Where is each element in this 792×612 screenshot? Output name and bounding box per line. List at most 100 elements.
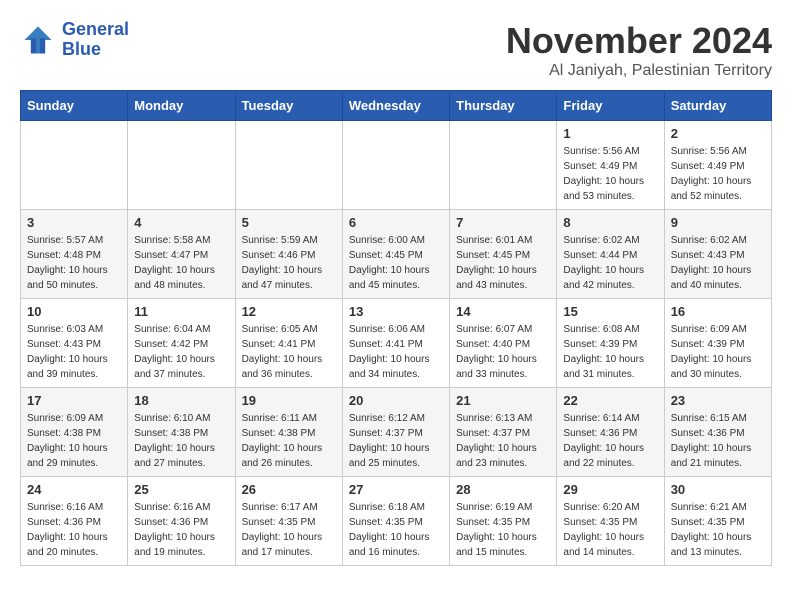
calendar-week-row: 10 Sunrise: 6:03 AM Sunset: 4:43 PM Dayli… <box>21 299 772 388</box>
day-info: Sunrise: 6:06 AM Sunset: 4:41 PM Dayligh… <box>349 322 443 382</box>
day-info: Sunrise: 6:14 AM Sunset: 4:36 PM Dayligh… <box>563 411 657 471</box>
calendar-cell <box>450 121 557 210</box>
day-info: Sunrise: 6:02 AM Sunset: 4:43 PM Dayligh… <box>671 233 765 293</box>
day-info: Sunrise: 6:17 AM Sunset: 4:35 PM Dayligh… <box>242 500 336 560</box>
calendar-cell: 14 Sunrise: 6:07 AM Sunset: 4:40 PM Dayli… <box>450 299 557 388</box>
calendar-cell: 29 Sunrise: 6:20 AM Sunset: 4:35 PM Dayli… <box>557 477 664 566</box>
day-info: Sunrise: 6:05 AM Sunset: 4:41 PM Dayligh… <box>242 322 336 382</box>
calendar-cell: 20 Sunrise: 6:12 AM Sunset: 4:37 PM Dayli… <box>342 388 449 477</box>
calendar-cell: 6 Sunrise: 6:00 AM Sunset: 4:45 PM Daylig… <box>342 210 449 299</box>
day-number: 23 <box>671 393 765 408</box>
calendar-cell: 4 Sunrise: 5:58 AM Sunset: 4:47 PM Daylig… <box>128 210 235 299</box>
calendar-cell: 21 Sunrise: 6:13 AM Sunset: 4:37 PM Dayli… <box>450 388 557 477</box>
day-number: 14 <box>456 304 550 319</box>
calendar-cell: 27 Sunrise: 6:18 AM Sunset: 4:35 PM Dayli… <box>342 477 449 566</box>
calendar-cell: 23 Sunrise: 6:15 AM Sunset: 4:36 PM Dayli… <box>664 388 771 477</box>
weekday-header: Thursday <box>450 91 557 121</box>
calendar-week-row: 3 Sunrise: 5:57 AM Sunset: 4:48 PM Daylig… <box>21 210 772 299</box>
day-info: Sunrise: 6:12 AM Sunset: 4:37 PM Dayligh… <box>349 411 443 471</box>
day-info: Sunrise: 6:08 AM Sunset: 4:39 PM Dayligh… <box>563 322 657 382</box>
day-info: Sunrise: 6:11 AM Sunset: 4:38 PM Dayligh… <box>242 411 336 471</box>
day-number: 26 <box>242 482 336 497</box>
day-number: 13 <box>349 304 443 319</box>
calendar-cell <box>128 121 235 210</box>
calendar-week-row: 1Sunrise: 5:56 AM Sunset: 4:49 PM Daylig… <box>21 121 772 210</box>
day-info: Sunrise: 6:16 AM Sunset: 4:36 PM Dayligh… <box>134 500 228 560</box>
day-number: 28 <box>456 482 550 497</box>
location-subtitle: Al Janiyah, Palestinian Territory <box>506 62 772 80</box>
day-number: 12 <box>242 304 336 319</box>
calendar-cell: 30 Sunrise: 6:21 AM Sunset: 4:35 PM Dayli… <box>664 477 771 566</box>
calendar-cell: 25 Sunrise: 6:16 AM Sunset: 4:36 PM Dayli… <box>128 477 235 566</box>
calendar-cell: 1Sunrise: 5:56 AM Sunset: 4:49 PM Daylig… <box>557 121 664 210</box>
day-info: Sunrise: 6:00 AM Sunset: 4:45 PM Dayligh… <box>349 233 443 293</box>
logo-text: General Blue <box>62 20 129 60</box>
day-info: Sunrise: 6:18 AM Sunset: 4:35 PM Dayligh… <box>349 500 443 560</box>
day-number: 18 <box>134 393 228 408</box>
calendar-cell: 7 Sunrise: 6:01 AM Sunset: 4:45 PM Daylig… <box>450 210 557 299</box>
calendar-cell: 15Sunrise: 6:08 AM Sunset: 4:39 PM Dayli… <box>557 299 664 388</box>
day-number: 21 <box>456 393 550 408</box>
day-number: 11 <box>134 304 228 319</box>
calendar-cell: 24Sunrise: 6:16 AM Sunset: 4:36 PM Dayli… <box>21 477 128 566</box>
calendar-cell: 10 Sunrise: 6:03 AM Sunset: 4:43 PM Dayli… <box>21 299 128 388</box>
day-info: Sunrise: 6:21 AM Sunset: 4:35 PM Dayligh… <box>671 500 765 560</box>
day-info: Sunrise: 6:13 AM Sunset: 4:37 PM Dayligh… <box>456 411 550 471</box>
day-info: Sunrise: 5:56 AM Sunset: 4:49 PM Dayligh… <box>563 144 657 204</box>
calendar-cell: 28Sunrise: 6:19 AM Sunset: 4:35 PM Dayli… <box>450 477 557 566</box>
day-number: 30 <box>671 482 765 497</box>
month-title: November 2024 <box>506 20 772 62</box>
day-info: Sunrise: 5:56 AM Sunset: 4:49 PM Dayligh… <box>671 144 765 204</box>
day-number: 7 <box>456 215 550 230</box>
day-number: 4 <box>134 215 228 230</box>
calendar-cell: 5 Sunrise: 5:59 AM Sunset: 4:46 PM Daylig… <box>235 210 342 299</box>
logo-icon <box>20 22 56 58</box>
calendar-table: SundayMondayTuesdayWednesdayThursdayFrid… <box>20 90 772 566</box>
day-info: Sunrise: 6:09 AM Sunset: 4:38 PM Dayligh… <box>27 411 121 471</box>
calendar-cell: 2Sunrise: 5:56 AM Sunset: 4:49 PM Daylig… <box>664 121 771 210</box>
day-number: 3 <box>27 215 121 230</box>
day-info: Sunrise: 6:01 AM Sunset: 4:45 PM Dayligh… <box>456 233 550 293</box>
day-info: Sunrise: 6:16 AM Sunset: 4:36 PM Dayligh… <box>27 500 121 560</box>
day-info: Sunrise: 6:04 AM Sunset: 4:42 PM Dayligh… <box>134 322 228 382</box>
day-number: 20 <box>349 393 443 408</box>
day-number: 5 <box>242 215 336 230</box>
day-number: 29 <box>563 482 657 497</box>
calendar-cell: 26 Sunrise: 6:17 AM Sunset: 4:35 PM Dayli… <box>235 477 342 566</box>
day-info: Sunrise: 5:58 AM Sunset: 4:47 PM Dayligh… <box>134 233 228 293</box>
calendar-cell: 18 Sunrise: 6:10 AM Sunset: 4:38 PM Dayli… <box>128 388 235 477</box>
calendar-cell: 11 Sunrise: 6:04 AM Sunset: 4:42 PM Dayli… <box>128 299 235 388</box>
day-number: 8 <box>563 215 657 230</box>
weekday-header: Monday <box>128 91 235 121</box>
calendar-cell: 13 Sunrise: 6:06 AM Sunset: 4:41 PM Dayli… <box>342 299 449 388</box>
day-info: Sunrise: 6:10 AM Sunset: 4:38 PM Dayligh… <box>134 411 228 471</box>
weekday-header: Friday <box>557 91 664 121</box>
weekday-header: Wednesday <box>342 91 449 121</box>
calendar-cell <box>342 121 449 210</box>
calendar-cell: 12 Sunrise: 6:05 AM Sunset: 4:41 PM Dayli… <box>235 299 342 388</box>
day-number: 16 <box>671 304 765 319</box>
calendar-cell: 3 Sunrise: 5:57 AM Sunset: 4:48 PM Daylig… <box>21 210 128 299</box>
day-info: Sunrise: 6:20 AM Sunset: 4:35 PM Dayligh… <box>563 500 657 560</box>
page-header: General Blue November 2024 Al Janiyah, P… <box>20 20 772 80</box>
day-info: Sunrise: 6:02 AM Sunset: 4:44 PM Dayligh… <box>563 233 657 293</box>
day-info: Sunrise: 5:57 AM Sunset: 4:48 PM Dayligh… <box>27 233 121 293</box>
calendar-cell: 17Sunrise: 6:09 AM Sunset: 4:38 PM Dayli… <box>21 388 128 477</box>
title-block: November 2024 Al Janiyah, Palestinian Te… <box>506 20 772 80</box>
weekday-header: Tuesday <box>235 91 342 121</box>
day-number: 25 <box>134 482 228 497</box>
day-number: 27 <box>349 482 443 497</box>
weekday-header: Sunday <box>21 91 128 121</box>
day-number: 10 <box>27 304 121 319</box>
day-info: Sunrise: 5:59 AM Sunset: 4:46 PM Dayligh… <box>242 233 336 293</box>
day-info: Sunrise: 6:09 AM Sunset: 4:39 PM Dayligh… <box>671 322 765 382</box>
day-number: 6 <box>349 215 443 230</box>
day-info: Sunrise: 6:15 AM Sunset: 4:36 PM Dayligh… <box>671 411 765 471</box>
day-number: 22 <box>563 393 657 408</box>
calendar-week-row: 24Sunrise: 6:16 AM Sunset: 4:36 PM Dayli… <box>21 477 772 566</box>
calendar-cell <box>235 121 342 210</box>
day-number: 9 <box>671 215 765 230</box>
calendar-cell: 19Sunrise: 6:11 AM Sunset: 4:38 PM Dayli… <box>235 388 342 477</box>
day-info: Sunrise: 6:03 AM Sunset: 4:43 PM Dayligh… <box>27 322 121 382</box>
day-info: Sunrise: 6:07 AM Sunset: 4:40 PM Dayligh… <box>456 322 550 382</box>
